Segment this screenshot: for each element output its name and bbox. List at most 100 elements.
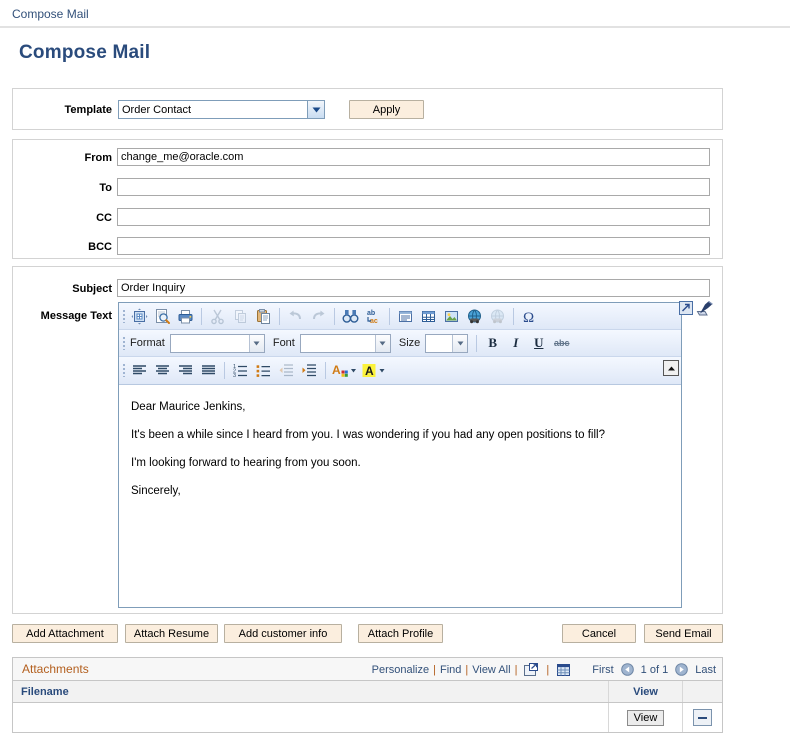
previous-page-icon[interactable] [620, 663, 634, 676]
toolbar-grip-icon[interactable] [119, 357, 128, 384]
expand-editor-icon[interactable] [678, 300, 694, 319]
numbered-list-icon[interactable]: 1 2 3 [229, 359, 252, 382]
chevron-down-icon [248, 334, 264, 352]
align-center-icon[interactable] [151, 359, 174, 382]
subject-input[interactable] [117, 279, 710, 297]
zoom-grid-icon[interactable] [556, 663, 571, 677]
cc-input[interactable] [117, 208, 710, 226]
delete-row-icon[interactable] [693, 709, 712, 726]
undo-icon[interactable] [284, 305, 307, 328]
templates-icon[interactable] [128, 305, 151, 328]
cancel-button[interactable]: Cancel [562, 624, 636, 643]
toolbar-separator [325, 362, 326, 379]
align-left-icon[interactable] [128, 359, 151, 382]
font-label: Font [272, 337, 295, 349]
toolbar-separator [279, 307, 280, 325]
breadcrumb-compose-mail[interactable]: Compose Mail [12, 7, 89, 21]
editor-side-tools [678, 300, 716, 321]
format-label: Format [130, 337, 165, 349]
view-all-link[interactable]: View All [472, 664, 510, 676]
chevron-down-icon [307, 101, 324, 118]
apply-button[interactable]: Apply [349, 100, 424, 119]
export-to-excel-icon[interactable] [524, 662, 539, 677]
toolbar-separator [513, 307, 514, 325]
personalize-link[interactable]: Personalize [372, 664, 429, 676]
svg-text:3: 3 [233, 373, 236, 379]
align-justify-icon[interactable] [197, 359, 220, 382]
spell-check-icon[interactable] [696, 300, 716, 321]
preview-icon[interactable] [151, 305, 174, 328]
message-paragraph: I'm looking forward to hearing from you … [131, 457, 361, 469]
size-select[interactable] [425, 333, 469, 353]
message-body[interactable]: Dear Maurice Jenkins, It's been a while … [119, 388, 681, 607]
from-input[interactable] [117, 148, 710, 166]
paste-icon[interactable] [252, 305, 275, 328]
italic-button[interactable]: I [504, 332, 527, 355]
pager: First 1 of 1 Last [592, 663, 716, 676]
toolbar-grip-icon[interactable] [119, 330, 128, 356]
last-label[interactable]: Last [695, 664, 716, 676]
attach-resume-button[interactable]: Attach Resume [125, 624, 218, 643]
attachments-title: Attachments [22, 662, 89, 676]
first-label[interactable]: First [592, 664, 613, 676]
find-link[interactable]: Find [440, 664, 461, 676]
attachments-grid: Attachments Personalize | Find | View Al… [12, 657, 723, 733]
strikethrough-button[interactable]: abc [550, 332, 573, 355]
editor-toolbar-row-2: Format Font Size B I U abc [119, 330, 681, 357]
replace-icon[interactable]: ab ac [362, 305, 385, 328]
page-title: Compose Mail [19, 42, 151, 63]
bulleted-list-icon[interactable] [252, 359, 275, 382]
find-icon[interactable] [339, 305, 362, 328]
separator: | [433, 663, 436, 676]
column-header-filename[interactable]: Filename [13, 681, 609, 702]
toolbar-separator [476, 334, 478, 352]
send-email-button[interactable]: Send Email [644, 624, 723, 643]
template-select-value: Order Contact [122, 103, 192, 116]
attachments-grid-header: Attachments Personalize | Find | View Al… [13, 658, 722, 681]
separator: | [514, 663, 518, 676]
underline-button[interactable]: U [527, 332, 550, 355]
breadcrumb: Compose Mail [0, 0, 790, 27]
bold-button[interactable]: B [481, 332, 504, 355]
template-label: Template [64, 104, 112, 116]
attach-profile-button[interactable]: Attach Profile [358, 624, 443, 643]
editor-toolbar-row-1: ab ac Ω [119, 303, 681, 330]
format-select[interactable] [169, 333, 265, 353]
print-icon[interactable] [174, 305, 197, 328]
bcc-input[interactable] [117, 237, 710, 255]
add-attachment-button[interactable]: Add Attachment [12, 624, 118, 643]
font-select[interactable] [299, 333, 391, 353]
special-character-icon[interactable]: Ω [518, 305, 541, 328]
cut-icon[interactable] [206, 305, 229, 328]
editor-toolbar-row-3: 1 2 3 A A [119, 357, 681, 384]
form-icon[interactable] [394, 305, 417, 328]
view-button[interactable]: View [626, 709, 665, 726]
unlink-icon[interactable] [486, 305, 509, 328]
column-header-view: View [609, 681, 683, 702]
table-icon[interactable] [417, 305, 440, 328]
link-icon[interactable] [463, 305, 486, 328]
redo-icon[interactable] [307, 305, 330, 328]
size-label: Size [398, 337, 421, 349]
toolbar-grip-icon[interactable] [119, 303, 128, 329]
add-customer-info-button[interactable]: Add customer info [224, 624, 342, 643]
message-paragraph: It's been a while since I heard from you… [131, 429, 605, 441]
template-select[interactable]: Order Contact [118, 100, 325, 119]
svg-text:A: A [365, 364, 374, 378]
toolbar-separator [201, 307, 202, 325]
attachments-column-header: Filename View [13, 681, 722, 703]
chevron-down-icon [374, 334, 390, 352]
next-page-icon[interactable] [675, 663, 689, 676]
svg-text:ac: ac [370, 318, 378, 325]
compose-mail-page: Compose Mail Compose Mail Template Order… [0, 0, 790, 741]
indent-icon[interactable] [298, 359, 321, 382]
background-color-icon[interactable]: A [360, 359, 390, 382]
image-icon[interactable] [440, 305, 463, 328]
align-right-icon[interactable] [174, 359, 197, 382]
scroll-up-icon[interactable] [663, 360, 679, 376]
to-input[interactable] [117, 178, 710, 196]
text-color-icon[interactable]: A [330, 359, 360, 382]
outdent-icon[interactable] [275, 359, 298, 382]
underline-label: U [534, 335, 544, 350]
copy-icon[interactable] [229, 305, 252, 328]
